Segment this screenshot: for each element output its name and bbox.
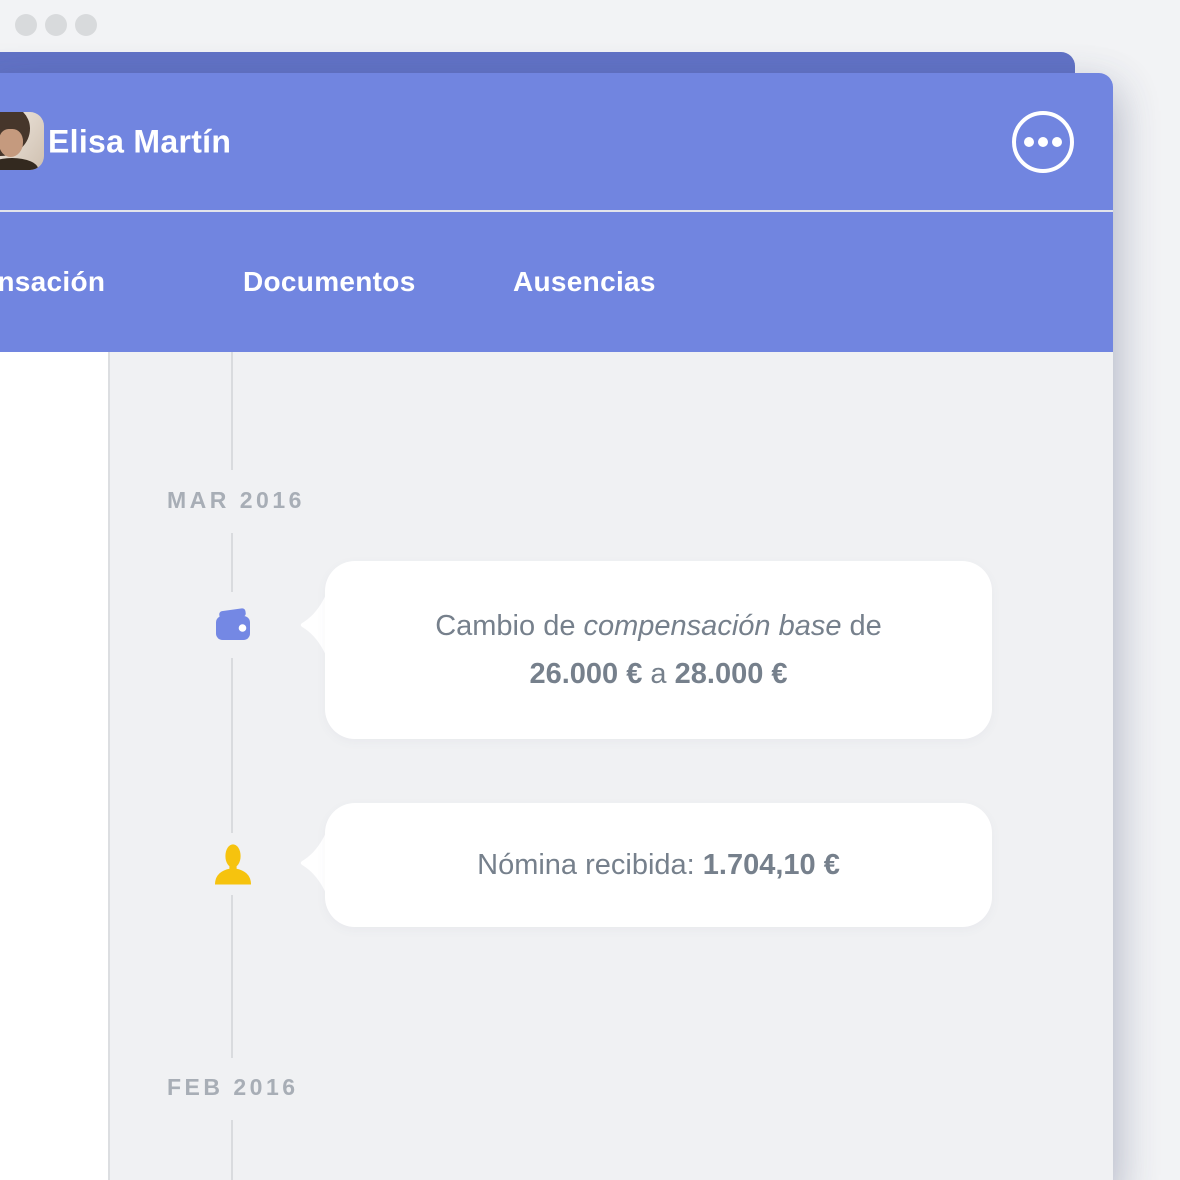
event-text-line: Cambio de compensación base de	[435, 610, 882, 642]
profile-body	[0, 352, 1113, 1180]
tab-compensacion[interactable]: Compensación	[0, 266, 105, 298]
timeline-panel	[110, 352, 1113, 1180]
left-sidebar-stub	[0, 352, 110, 1180]
traffic-light-minimize[interactable]	[45, 14, 67, 36]
avatar-shoulders	[0, 158, 38, 170]
speech-bubble-tail	[300, 590, 328, 660]
speech-bubble-tail	[300, 828, 328, 898]
more-options-icon	[1052, 137, 1062, 147]
timeline-line	[231, 1120, 233, 1180]
timeline-month-label: FEB 2016	[167, 1074, 299, 1100]
employee-profile-card: Elisa Martín Compensación Documentos Aus…	[0, 73, 1113, 1180]
app-window: Elisa Martín Compensación Documentos Aus…	[0, 0, 1180, 1180]
traffic-light-maximize[interactable]	[75, 14, 97, 36]
tab-documentos[interactable]: Documentos	[243, 266, 416, 298]
profile-header: Elisa Martín	[0, 73, 1113, 210]
browser-titlebar	[0, 0, 1180, 52]
more-options-button[interactable]	[1012, 111, 1074, 173]
more-options-icon	[1038, 137, 1048, 147]
tab-ausencias[interactable]: Ausencias	[513, 266, 656, 298]
timeline-line	[231, 533, 233, 592]
timeline-event-card-payroll: Nómina recibida: 1.704,10 €	[325, 803, 992, 927]
employee-name: Elisa Martín	[48, 123, 232, 159]
timeline-line	[231, 658, 233, 833]
timeline-line	[231, 352, 233, 470]
event-text-line: 26.000 € a 28.000 €	[529, 658, 788, 690]
person-icon	[215, 844, 251, 885]
avatar-face	[0, 129, 23, 157]
timeline-month-label: MAR 2016	[167, 487, 305, 513]
timeline-event-card-compensation: Cambio de compensación base de 26.000 € …	[325, 561, 992, 739]
event-text-line: Nómina recibida: 1.704,10 €	[477, 849, 840, 881]
profile-tabs: Compensación Documentos Ausencias	[0, 212, 1113, 352]
wallet-icon	[216, 607, 250, 640]
avatar	[0, 112, 44, 170]
more-options-icon	[1024, 137, 1034, 147]
traffic-light-close[interactable]	[15, 14, 37, 36]
timeline-line	[231, 895, 233, 1058]
